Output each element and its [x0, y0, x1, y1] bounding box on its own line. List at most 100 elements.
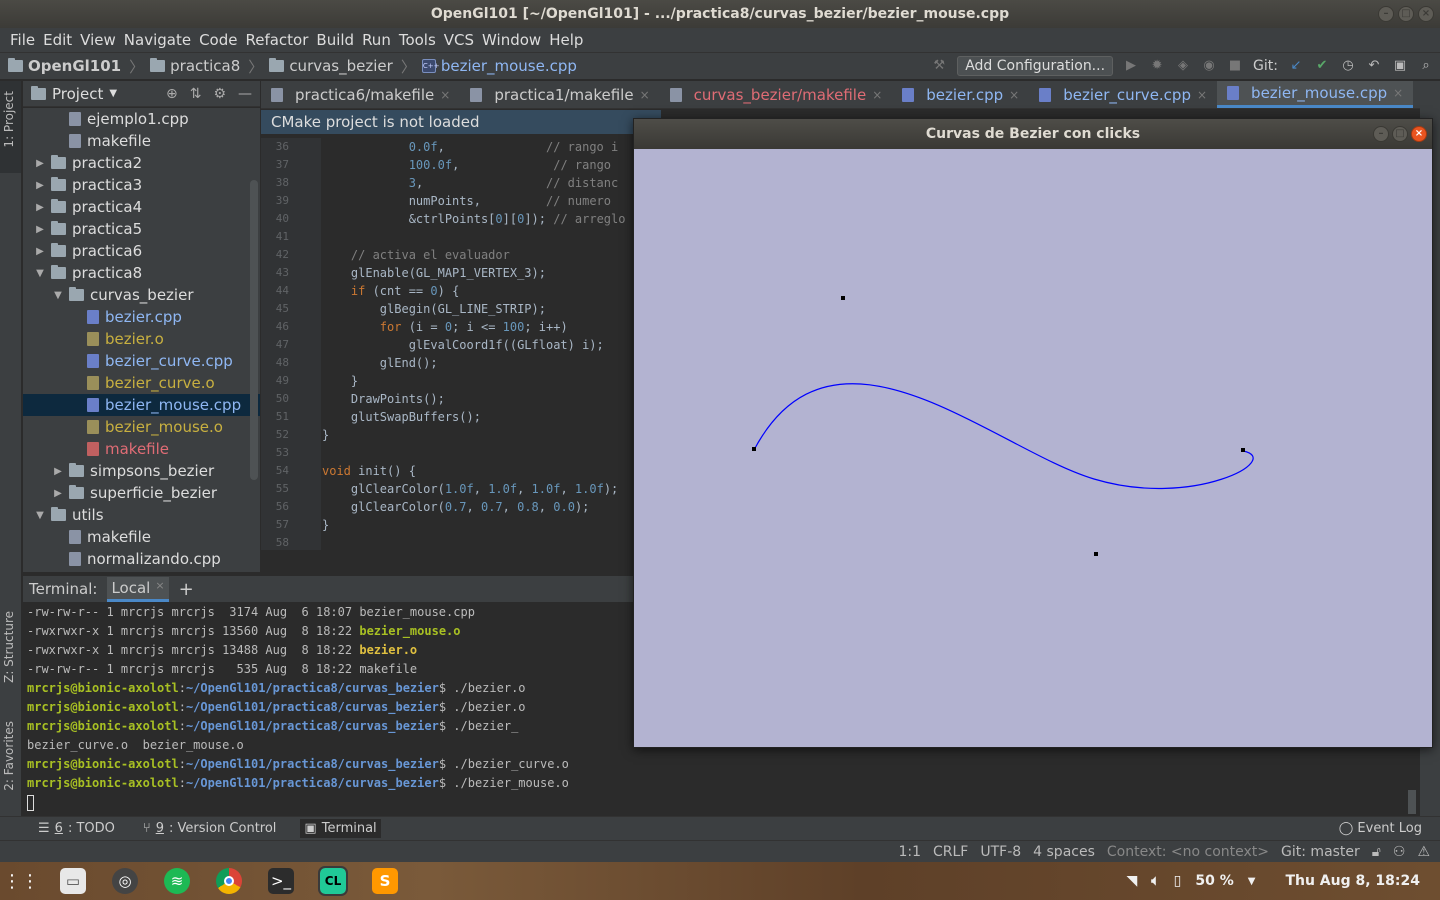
chevron-right-icon[interactable]: ▶	[51, 466, 65, 477]
close-tab-icon[interactable]: ×	[1393, 86, 1403, 100]
lock-icon[interactable]: 🔓︎	[1372, 844, 1381, 860]
profile-icon[interactable]: ◉	[1201, 58, 1217, 74]
terminal-cursor[interactable]	[23, 793, 1418, 812]
close-tab-icon[interactable]: ×	[440, 88, 450, 102]
chrome-app-icon[interactable]	[216, 868, 242, 894]
context-selector[interactable]: Context: <no context>	[1107, 844, 1269, 860]
run-icon[interactable]: ▶	[1123, 58, 1139, 74]
debug-icon[interactable]: ✹	[1149, 58, 1165, 74]
gear-icon[interactable]: ⚙	[213, 86, 226, 102]
tree-item[interactable]: bezier_mouse.o	[23, 416, 260, 438]
tool-window-todo[interactable]: ☰ 6: TODO	[34, 819, 119, 838]
hide-icon[interactable]: —	[238, 86, 252, 102]
tree-item[interactable]: ▼ utils	[23, 504, 260, 526]
battery-percent[interactable]: 50 %	[1195, 873, 1233, 889]
history-icon[interactable]: ◷	[1340, 58, 1356, 74]
editor-tab[interactable]: practica6/makefile ×	[261, 81, 460, 108]
tree-item[interactable]: normalizando.cpp	[23, 548, 260, 570]
collapse-icon[interactable]: ⇅	[190, 86, 202, 102]
tree-scrollbar[interactable]	[250, 180, 258, 480]
terminal-tab-local[interactable]: Local ×	[107, 576, 169, 602]
tree-item[interactable]: bezier.cpp	[23, 306, 260, 328]
notifications-icon[interactable]: ⚠	[1417, 844, 1430, 860]
spotify-app-icon[interactable]: ≋	[164, 868, 190, 894]
menu-navigate[interactable]: Navigate	[120, 31, 195, 49]
tree-item[interactable]: bezier.o	[23, 328, 260, 350]
hector-icon[interactable]: ⚇	[1393, 844, 1406, 860]
caret-position[interactable]: 1:1	[898, 844, 921, 860]
chevron-down-icon[interactable]: ▼	[1248, 876, 1256, 887]
menu-view[interactable]: View	[76, 31, 120, 49]
tree-item[interactable]: bezier_curve.o	[23, 372, 260, 394]
editor-tab[interactable]: bezier_curve.cpp ×	[1029, 81, 1217, 108]
line-separator[interactable]: CRLF	[933, 844, 968, 860]
add-configuration-button[interactable]: Add Configuration...	[957, 56, 1114, 76]
menu-window[interactable]: Window	[478, 31, 545, 49]
settings-app-icon[interactable]: ◎	[112, 868, 138, 894]
code-editor[interactable]: 0.0f, // rango i 100.0f, // rango 3, // …	[322, 138, 634, 550]
chevron-right-icon[interactable]: ▶	[33, 246, 47, 257]
tree-item[interactable]: makefile	[23, 130, 260, 152]
tree-item[interactable]: makefile	[23, 526, 260, 548]
app-grid-icon[interactable]: ⋮⋮	[3, 868, 39, 894]
close-tab-icon[interactable]: ×	[640, 88, 650, 102]
editor-tab[interactable]: curvas_bezier/makefile ×	[660, 81, 893, 108]
search-icon[interactable]: ⌕	[1418, 58, 1434, 74]
chevron-down-icon[interactable]: ▼	[109, 88, 117, 99]
close-button[interactable]: ×	[1418, 6, 1434, 22]
breadcrumb-subfolder[interactable]: curvas_bezier	[269, 57, 393, 75]
tree-item[interactable]: ejemplo1.cpp	[23, 108, 260, 130]
clock[interactable]: Thu Aug 8, 18:24	[1285, 873, 1420, 889]
maximize-button[interactable]: □	[1392, 126, 1408, 142]
event-log-button[interactable]: ◯ Event Log	[1339, 821, 1422, 836]
tree-item[interactable]: ▶ practica6	[23, 240, 260, 262]
build-hammer-icon[interactable]: ⚒	[931, 58, 947, 74]
menu-refactor[interactable]: Refactor	[241, 31, 312, 49]
git-update-icon[interactable]: ↙	[1288, 58, 1304, 74]
tree-item[interactable]: bezier_curve.cpp	[23, 350, 260, 372]
terminal-scrollbar[interactable]	[1408, 790, 1416, 814]
minimize-button[interactable]: –	[1373, 126, 1389, 142]
opengl-window-titlebar[interactable]: Curvas de Bezier con clicks – □ ×	[634, 119, 1432, 149]
chevron-right-icon[interactable]: ▶	[33, 180, 47, 191]
close-icon[interactable]: ×	[155, 579, 164, 597]
terminal-app-icon[interactable]: >_	[268, 868, 294, 894]
sublime-app-icon[interactable]: S	[372, 868, 398, 894]
menu-build[interactable]: Build	[312, 31, 358, 49]
git-commit-icon[interactable]: ✔	[1314, 58, 1330, 74]
tree-item[interactable]: ▶ practica2	[23, 152, 260, 174]
tree-item[interactable]: makefile	[23, 438, 260, 460]
favorites-side-tab[interactable]: 2: Favorites	[2, 721, 16, 791]
editor-tab[interactable]: practica1/makefile ×	[460, 81, 659, 108]
editor-tab[interactable]: bezier_mouse.cpp ×	[1217, 81, 1414, 108]
close-button[interactable]: ×	[1411, 126, 1427, 142]
run-coverage-icon[interactable]: ◈	[1175, 58, 1191, 74]
layout-icon[interactable]: ▣	[1392, 58, 1408, 74]
menu-edit[interactable]: Edit	[39, 31, 76, 49]
new-terminal-button[interactable]: +	[179, 579, 194, 600]
battery-icon[interactable]: ▯	[1174, 873, 1182, 889]
breadcrumb-folder[interactable]: practica8	[150, 57, 240, 75]
menu-vcs[interactable]: VCS	[440, 31, 478, 49]
wifi-icon[interactable]: ◥	[1126, 873, 1137, 889]
tree-item[interactable]: ▼ curvas_bezier	[23, 284, 260, 306]
git-branch[interactable]: Git: master	[1281, 844, 1360, 860]
chevron-down-icon[interactable]: ▼	[51, 290, 65, 301]
volume-icon[interactable]: 🔈︎	[1151, 873, 1159, 889]
tree-item[interactable]: ▶ practica5	[23, 218, 260, 240]
menu-help[interactable]: Help	[545, 31, 587, 49]
stop-icon[interactable]: ■	[1227, 58, 1243, 74]
close-tab-icon[interactable]: ×	[1009, 88, 1019, 102]
tree-item[interactable]: ▶ superficie_bezier	[23, 482, 260, 504]
tree-item[interactable]: ▼ practica8	[23, 262, 260, 284]
tool-window-versioncontrol[interactable]: ⑂ 9: Version Control	[139, 819, 281, 838]
project-panel-title[interactable]: Project	[52, 85, 103, 103]
structure-side-tab[interactable]: Z: Structure	[2, 611, 16, 683]
project-side-tab[interactable]: 1: Project	[2, 91, 16, 148]
tree-item[interactable]: ▶ practica3	[23, 174, 260, 196]
breadcrumb-project[interactable]: OpenGl101	[8, 57, 121, 75]
opengl-window[interactable]: Curvas de Bezier con clicks – □ ×	[633, 118, 1433, 748]
menu-tools[interactable]: Tools	[395, 31, 440, 49]
breadcrumb-file[interactable]: C++ bezier_mouse.cpp	[421, 57, 577, 75]
chevron-down-icon[interactable]: ▼	[33, 510, 47, 521]
